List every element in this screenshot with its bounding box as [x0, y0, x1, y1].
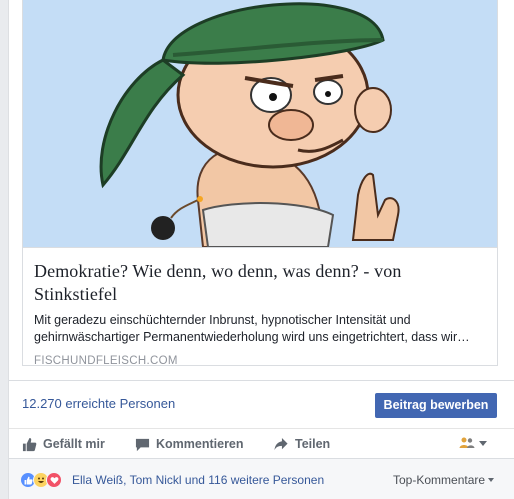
link-preview-card[interactable]: Demokratie? Wie denn, wo denn, was denn?…: [22, 0, 498, 367]
reaction-icons[interactable]: [20, 472, 62, 488]
share-button[interactable]: Teilen: [273, 435, 330, 453]
share-arrow-icon: [274, 437, 288, 450]
caret-down-icon: [488, 478, 495, 482]
comment-button[interactable]: Kommentieren: [135, 435, 244, 453]
post-actions: Gefällt mir Kommentieren Teilen: [9, 428, 514, 458]
speech-bubble-icon: [135, 438, 150, 451]
post-reach-bar: 12.270 erreichte Personen Beitrag bewerb…: [9, 380, 514, 428]
reactions-bar: Ella Weiß, Tom Nickl und 116 weitere Per…: [9, 458, 514, 499]
link-title[interactable]: Demokratie? Wie denn, wo denn, was denn?…: [34, 260, 486, 306]
comment-sort-dropdown[interactable]: Top-Kommentare: [393, 473, 495, 487]
link-description: Mit geradezu einschüchternder Inbrunst, …: [34, 313, 470, 344]
thumbs-up-icon: [22, 437, 37, 451]
reactions-summary[interactable]: Ella Weiß, Tom Nickl und 116 weitere Per…: [72, 473, 324, 487]
comment-label: Kommentieren: [156, 437, 244, 451]
friends-icon: [459, 437, 475, 448]
reach-count-link[interactable]: 12.270 erreichte Personen: [22, 396, 175, 411]
chevron-down-icon: [479, 440, 487, 446]
comment-sort-label: Top-Kommentare: [393, 473, 486, 487]
share-label: Teilen: [295, 437, 331, 451]
like-button[interactable]: Gefällt mir: [22, 435, 105, 453]
promote-post-button[interactable]: Beitrag bewerben: [375, 393, 497, 418]
like-label: Gefällt mir: [43, 437, 105, 451]
love-reaction-icon: [46, 472, 62, 488]
link-preview-image[interactable]: [23, 0, 497, 247]
audience-selector[interactable]: [459, 437, 487, 449]
cartoon-illustration: [23, 0, 497, 247]
link-preview-text[interactable]: Demokratie? Wie denn, wo denn, was denn?…: [23, 247, 497, 367]
feed-post: Demokratie? Wie denn, wo denn, was denn?…: [8, 0, 514, 499]
link-domain: FISCHUNDFLEISCH.COM: [34, 355, 178, 367]
